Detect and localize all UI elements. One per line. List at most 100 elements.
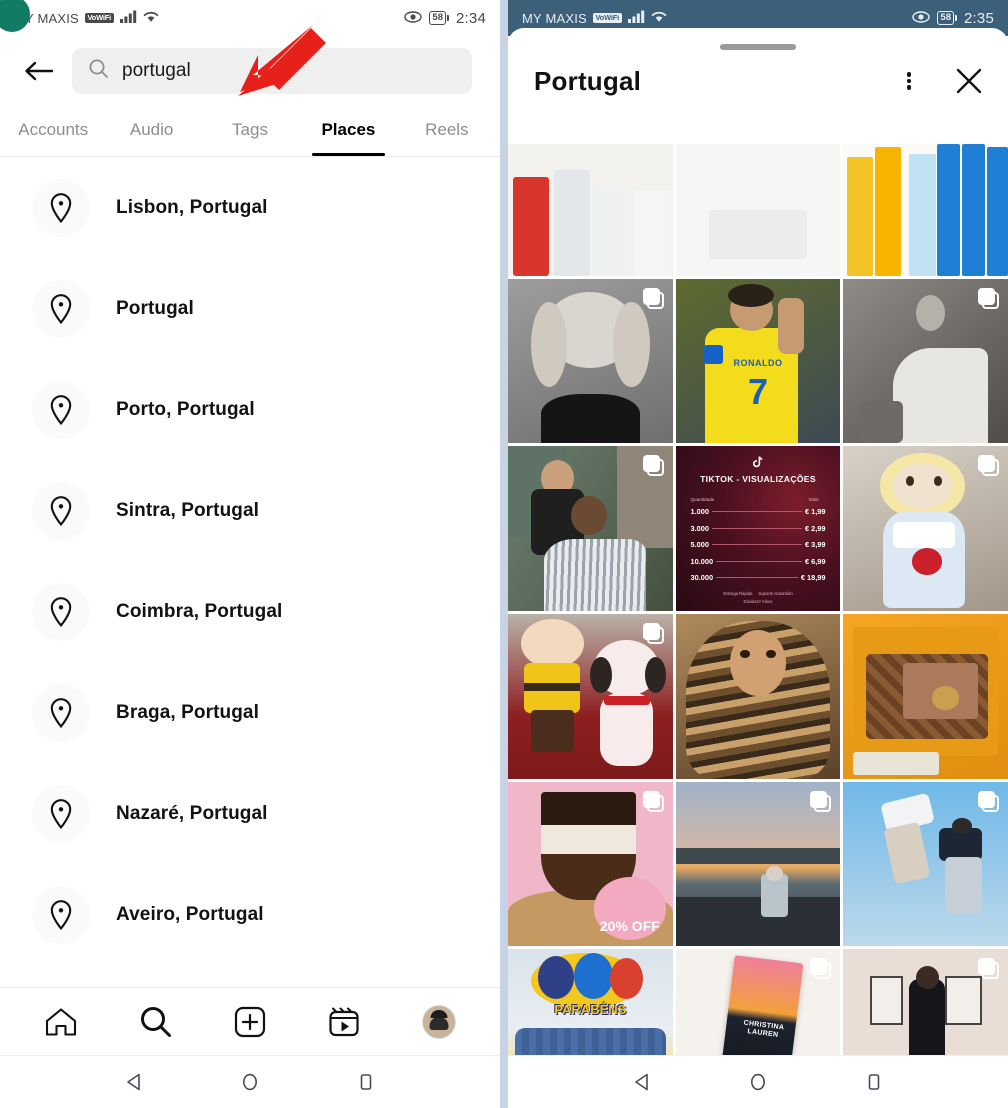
tab-reels[interactable]: Reels	[398, 106, 496, 156]
carousel-icon	[642, 287, 664, 309]
battery-indicator: 58	[429, 11, 449, 25]
close-icon[interactable]	[952, 64, 986, 98]
grid-item[interactable]	[843, 278, 1008, 444]
android-nav-bar	[508, 1055, 1008, 1108]
create-post-icon[interactable]	[224, 996, 276, 1048]
home-circle-icon[interactable]	[748, 1072, 768, 1092]
tiktok-price: € 6,99	[804, 556, 826, 566]
grid-item[interactable]: RONALDO 7	[675, 278, 841, 444]
grid-item-tiktok-card[interactable]: TIKTOK - VISUALIZAÇÕES Quantidade Valor …	[675, 446, 841, 612]
back-triangle-icon[interactable]	[632, 1072, 652, 1092]
grid-item[interactable]: PARABÉNS	[508, 949, 673, 1055]
tiktok-price: € 2,99	[804, 523, 826, 533]
home-icon[interactable]	[35, 996, 87, 1048]
sheet-header: Portugal	[508, 50, 1008, 116]
grid-item[interactable]	[675, 144, 841, 276]
eye-icon	[404, 10, 423, 26]
battery-level: 58	[937, 11, 954, 25]
grid-item[interactable]	[508, 446, 673, 612]
list-item[interactable]: Braga, Portugal	[0, 662, 500, 763]
list-item[interactable]: Portugal	[0, 258, 500, 359]
list-item[interactable]: Aveiro, Portugal	[0, 864, 500, 965]
place-name: Sintra, Portugal	[116, 499, 260, 521]
location-pin-icon	[32, 885, 90, 944]
location-pin-icon	[32, 582, 90, 641]
grid-item[interactable]	[675, 614, 841, 779]
photo-grid: RONALDO 7 TIKTOK - VISUALIZAÇÕES Quantid…	[508, 144, 1008, 1055]
grid-item[interactable]	[843, 446, 1008, 612]
tab-accounts[interactable]: Accounts	[4, 106, 102, 156]
tiktok-price: € 3,99	[804, 540, 826, 550]
grid-item[interactable]	[843, 781, 1008, 947]
search-input[interactable]: portugal	[72, 48, 472, 94]
back-triangle-icon[interactable]	[124, 1072, 144, 1092]
wifi-icon	[143, 10, 159, 26]
location-pin-icon	[32, 380, 90, 439]
grid-item[interactable]	[508, 278, 673, 444]
reels-icon[interactable]	[318, 996, 370, 1048]
search-result-tabs: Accounts Audio Tags Places Reels	[0, 106, 500, 156]
carousel-icon	[978, 287, 999, 309]
kebab-menu-icon[interactable]	[892, 64, 926, 98]
tiktok-footer-item: Suporte Garantido	[758, 591, 793, 597]
right-phone-pane: MY MAXIS VoWiFi 58 2:35 Portugal RONALDO…	[508, 0, 1008, 1108]
tab-places[interactable]: Places	[299, 106, 397, 156]
grid-item[interactable]: 20% OFF	[508, 781, 673, 947]
wifi-icon	[651, 10, 667, 26]
place-name: Nazaré, Portugal	[116, 802, 268, 824]
tiktok-qty: 5.000	[690, 540, 709, 550]
grid-item[interactable]: CHRISTINA LAUREN	[675, 949, 841, 1055]
location-pin-icon	[32, 784, 90, 843]
place-name: Porto, Portugal	[116, 398, 255, 420]
camera-punch-hole	[0, 0, 30, 32]
tiktok-price: € 1,99	[804, 507, 826, 517]
back-arrow-icon[interactable]	[20, 52, 58, 90]
list-item[interactable]: Sintra, Portugal	[0, 460, 500, 561]
cellular-signal-icon	[627, 10, 645, 26]
tab-tags[interactable]: Tags	[201, 106, 299, 156]
grid-item[interactable]	[843, 144, 1008, 276]
profile-avatar[interactable]	[413, 996, 465, 1048]
grid-item[interactable]	[508, 614, 673, 779]
list-item[interactable]: Nazaré, Portugal	[0, 763, 500, 864]
carousel-icon	[978, 790, 999, 812]
home-circle-icon[interactable]	[240, 1072, 260, 1092]
search-icon[interactable]	[130, 996, 182, 1048]
list-item[interactable]: Coimbra, Portugal	[0, 561, 500, 662]
search-header: portugal	[0, 36, 500, 106]
tiktok-col-qty: Quantidade	[690, 496, 715, 502]
recents-square-icon[interactable]	[356, 1072, 376, 1092]
vowifi-badge: VoWiFi	[592, 12, 622, 24]
grid-item[interactable]	[508, 144, 673, 276]
instagram-bottom-nav	[0, 987, 500, 1055]
tab-audio[interactable]: Audio	[102, 106, 200, 156]
vowifi-badge: VoWiFi	[84, 12, 114, 24]
tiktok-qty: 30.000	[690, 573, 714, 583]
left-status-bar: MY MAXIS VoWiFi 58 2:34	[0, 0, 500, 36]
tiktok-footer-item: Dúvidas? Inbox	[743, 599, 773, 605]
place-name: Aveiro, Portugal	[116, 903, 264, 925]
location-pin-icon	[32, 481, 90, 540]
carousel-icon	[642, 790, 664, 812]
carousel-icon	[810, 958, 832, 980]
tiktok-price: € 18,99	[800, 573, 826, 583]
carousel-icon	[642, 455, 664, 477]
status-clock: 2:35	[964, 9, 994, 27]
recents-square-icon[interactable]	[864, 1072, 884, 1092]
location-pin-icon	[32, 178, 90, 237]
carousel-icon	[978, 958, 999, 980]
android-nav-bar	[0, 1055, 500, 1108]
grid-item[interactable]	[843, 614, 1008, 779]
grid-item[interactable]	[843, 949, 1008, 1055]
grid-item[interactable]	[675, 781, 841, 947]
place-name: Coimbra, Portugal	[116, 600, 283, 622]
carousel-icon	[642, 623, 664, 645]
photo-grid-scroll[interactable]: RONALDO 7 TIKTOK - VISUALIZAÇÕES Quantid…	[508, 144, 1008, 1055]
search-icon	[88, 58, 109, 84]
list-item[interactable]: Porto, Portugal	[0, 359, 500, 460]
tiktok-col-value: Valor	[808, 496, 819, 502]
left-phone-pane: MY MAXIS VoWiFi 58 2:34 portugal Account…	[0, 0, 500, 1108]
tiktok-card-title: TIKTOK - VISUALIZAÇÕES	[700, 474, 816, 485]
jersey-name: RONALDO	[733, 357, 783, 368]
list-item[interactable]: Lisbon, Portugal	[0, 157, 500, 258]
